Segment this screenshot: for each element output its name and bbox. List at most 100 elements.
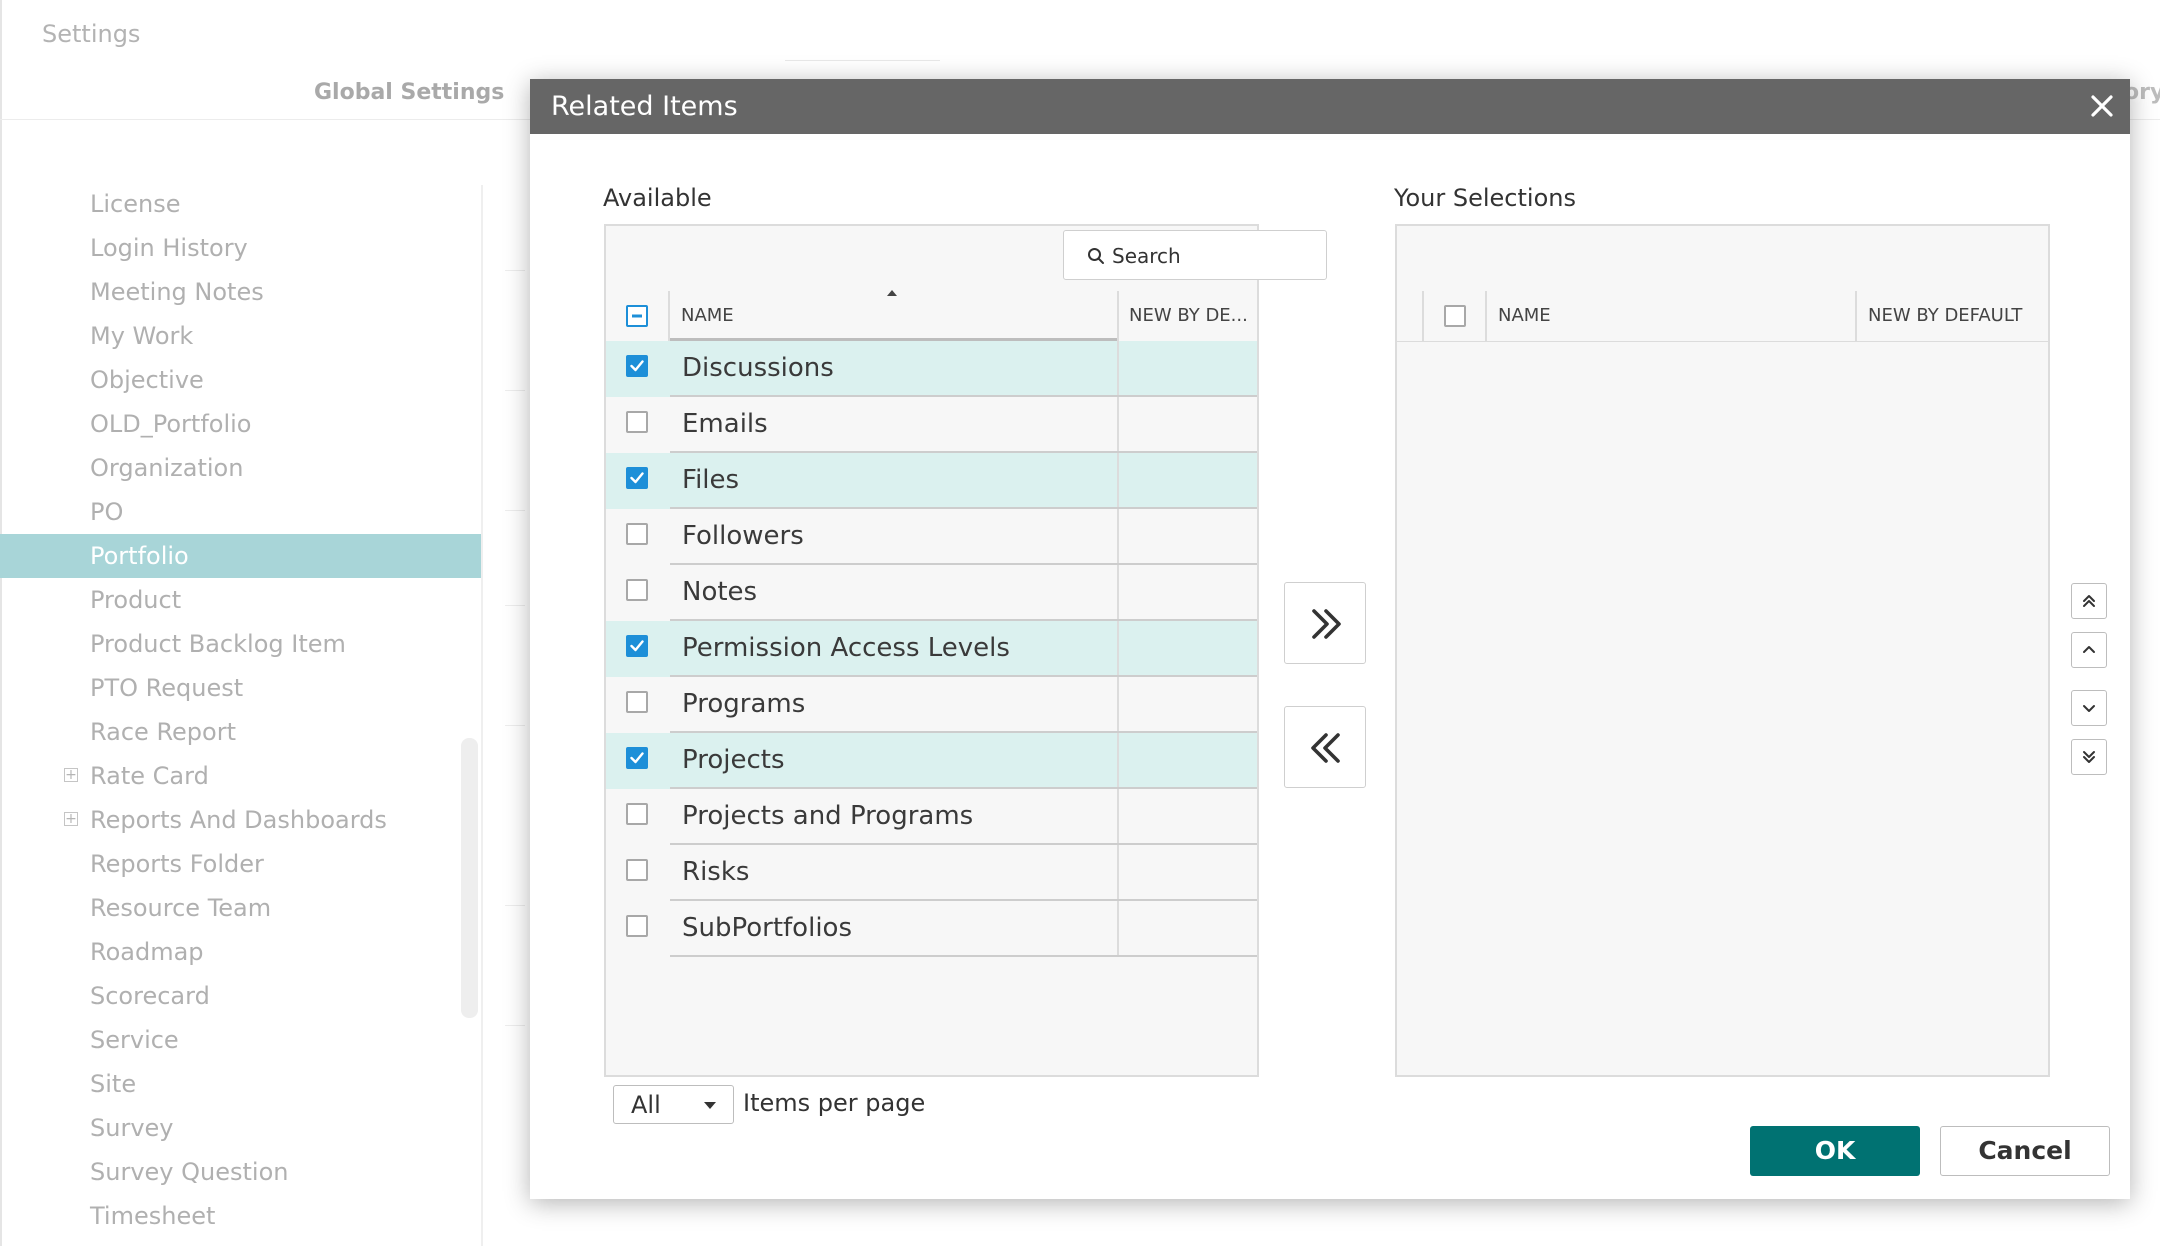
- sidebar-item-label: Portfolio: [90, 542, 189, 570]
- selections-column-header-new-by-default[interactable]: NEW BY DEFAULT: [1868, 291, 2022, 341]
- table-row[interactable]: Programs: [606, 677, 1257, 733]
- sidebar-item-pto-request[interactable]: PTO Request: [0, 666, 481, 710]
- sidebar-item-product[interactable]: Product: [0, 578, 481, 622]
- row-name: Programs: [682, 689, 806, 719]
- sidebar-item-login-history[interactable]: Login History: [0, 226, 481, 270]
- selections-column-header-name[interactable]: NAME: [1498, 291, 1551, 341]
- column-header-name[interactable]: NAME: [681, 291, 734, 341]
- sidebar-item-scorecard[interactable]: Scorecard: [0, 974, 481, 1018]
- sidebar-item-my-work[interactable]: My Work: [0, 314, 481, 358]
- sidebar-item-resource-team[interactable]: Resource Team: [0, 886, 481, 930]
- chevron-down-icon: [2083, 705, 2095, 712]
- row-checkbox[interactable]: [626, 579, 648, 601]
- table-row[interactable]: Notes: [606, 565, 1257, 621]
- row-checkbox[interactable]: [626, 915, 648, 937]
- available-label: Available: [603, 184, 712, 212]
- search-label: Search: [1112, 244, 1181, 268]
- sidebar-item-reports-and-dashboards[interactable]: + Reports And Dashboards: [0, 798, 481, 842]
- sidebar-item-license[interactable]: License: [0, 182, 481, 226]
- row-checkbox[interactable]: [626, 859, 648, 881]
- table-row[interactable]: Files: [606, 453, 1257, 509]
- row-checkbox[interactable]: [626, 635, 648, 657]
- sidebar-item-label: Organization: [90, 454, 244, 482]
- row-checkbox[interactable]: [626, 803, 648, 825]
- sidebar-item-label: Roadmap: [90, 938, 204, 966]
- row-checkbox[interactable]: [626, 355, 648, 377]
- move-left-button[interactable]: [1284, 706, 1366, 788]
- sidebar-scrollbar[interactable]: [461, 738, 478, 1018]
- row-checkbox[interactable]: [626, 523, 648, 545]
- move-down-button[interactable]: [2071, 690, 2107, 726]
- double-chevron-left-icon: [1311, 733, 1340, 763]
- items-per-page-dropdown[interactable]: All: [613, 1085, 734, 1124]
- row-name: Projects: [682, 745, 785, 775]
- sidebar-item-label: OLD_Portfolio: [90, 410, 252, 438]
- sidebar-item-meeting-notes[interactable]: Meeting Notes: [0, 270, 481, 314]
- row-name: Notes: [682, 577, 758, 607]
- close-icon[interactable]: [2085, 89, 2119, 123]
- table-row[interactable]: SubPortfolios: [606, 901, 1257, 957]
- column-header-new-by-default[interactable]: NEW BY DE...: [1129, 291, 1248, 341]
- checkmark-icon: [630, 640, 644, 652]
- sidebar-item-label: Login History: [90, 234, 248, 262]
- sidebar-item-label: Survey Question: [90, 1158, 289, 1186]
- expand-icon[interactable]: +: [64, 812, 78, 826]
- sidebar-item-label: Meeting Notes: [90, 278, 264, 306]
- sidebar-item-timesheet[interactable]: Timesheet: [0, 1194, 481, 1238]
- sidebar-item-objective[interactable]: Objective: [0, 358, 481, 402]
- dropdown-caret-icon: [704, 1102, 716, 1109]
- sidebar-item-roadmap[interactable]: Roadmap: [0, 930, 481, 974]
- tab-global-settings[interactable]: Global Settings: [314, 80, 504, 105]
- table-row[interactable]: Risks: [606, 845, 1257, 901]
- related-items-dialog: Related Items Available Search NAME NEW …: [530, 79, 2130, 1199]
- sidebar-item-label: Survey: [90, 1114, 174, 1142]
- dialog-title: Related Items: [551, 91, 738, 122]
- sidebar-divider: [481, 185, 483, 1246]
- sidebar-item-organization[interactable]: Organization: [0, 446, 481, 490]
- selections-select-all-checkbox[interactable]: [1444, 305, 1466, 327]
- sidebar-item-site[interactable]: Site: [0, 1062, 481, 1106]
- row-name: Projects and Programs: [682, 801, 974, 831]
- table-row[interactable]: Discussions: [606, 341, 1257, 397]
- checkmark-icon: [630, 752, 644, 764]
- search-icon: [1088, 248, 1104, 264]
- sidebar-item-rate-card[interactable]: + Rate Card: [0, 754, 481, 798]
- sidebar-item-race-report[interactable]: Race Report: [0, 710, 481, 754]
- selections-label: Your Selections: [1394, 184, 1576, 212]
- table-row[interactable]: Projects: [606, 733, 1257, 789]
- move-up-button[interactable]: [2071, 632, 2107, 668]
- expand-icon[interactable]: +: [64, 768, 78, 782]
- sidebar-item-portfolio[interactable]: Portfolio: [0, 534, 481, 578]
- sort-ascending-icon: [887, 290, 897, 296]
- sidebar-item-product-backlog-item[interactable]: Product Backlog Item: [0, 622, 481, 666]
- ok-button[interactable]: OK: [1750, 1126, 1920, 1176]
- sidebar-item-label: Reports Folder: [90, 850, 264, 878]
- table-row[interactable]: Projects and Programs: [606, 789, 1257, 845]
- row-checkbox[interactable]: [626, 411, 648, 433]
- select-all-checkbox[interactable]: [626, 305, 648, 327]
- table-row[interactable]: Emails: [606, 397, 1257, 453]
- move-to-top-button[interactable]: [2071, 583, 2107, 619]
- sidebar-item-service[interactable]: Service: [0, 1018, 481, 1062]
- table-row[interactable]: Followers: [606, 509, 1257, 565]
- sidebar-item-old-portfolio[interactable]: OLD_Portfolio: [0, 402, 481, 446]
- cancel-button[interactable]: Cancel: [1940, 1126, 2110, 1176]
- row-checkbox[interactable]: [626, 467, 648, 489]
- sidebar-item-po[interactable]: PO: [0, 490, 481, 534]
- move-to-bottom-button[interactable]: [2071, 739, 2107, 775]
- search-button[interactable]: Search: [1063, 230, 1327, 280]
- sidebar-item-label: Timesheet: [90, 1202, 216, 1230]
- sidebar-item-label: Product Backlog Item: [90, 630, 346, 658]
- sidebar-item-survey[interactable]: Survey: [0, 1106, 481, 1150]
- sidebar-item-label: Resource Team: [90, 894, 272, 922]
- row-name: Risks: [682, 857, 750, 887]
- sidebar-item-label: Site: [90, 1070, 137, 1098]
- sidebar-item-label: PTO Request: [90, 674, 244, 702]
- move-right-button[interactable]: [1284, 582, 1366, 664]
- row-checkbox[interactable]: [626, 691, 648, 713]
- tab-outline: [785, 60, 940, 61]
- row-checkbox[interactable]: [626, 747, 648, 769]
- sidebar-item-survey-question[interactable]: Survey Question: [0, 1150, 481, 1194]
- table-row[interactable]: Permission Access Levels: [606, 621, 1257, 677]
- sidebar-item-reports-folder[interactable]: Reports Folder: [0, 842, 481, 886]
